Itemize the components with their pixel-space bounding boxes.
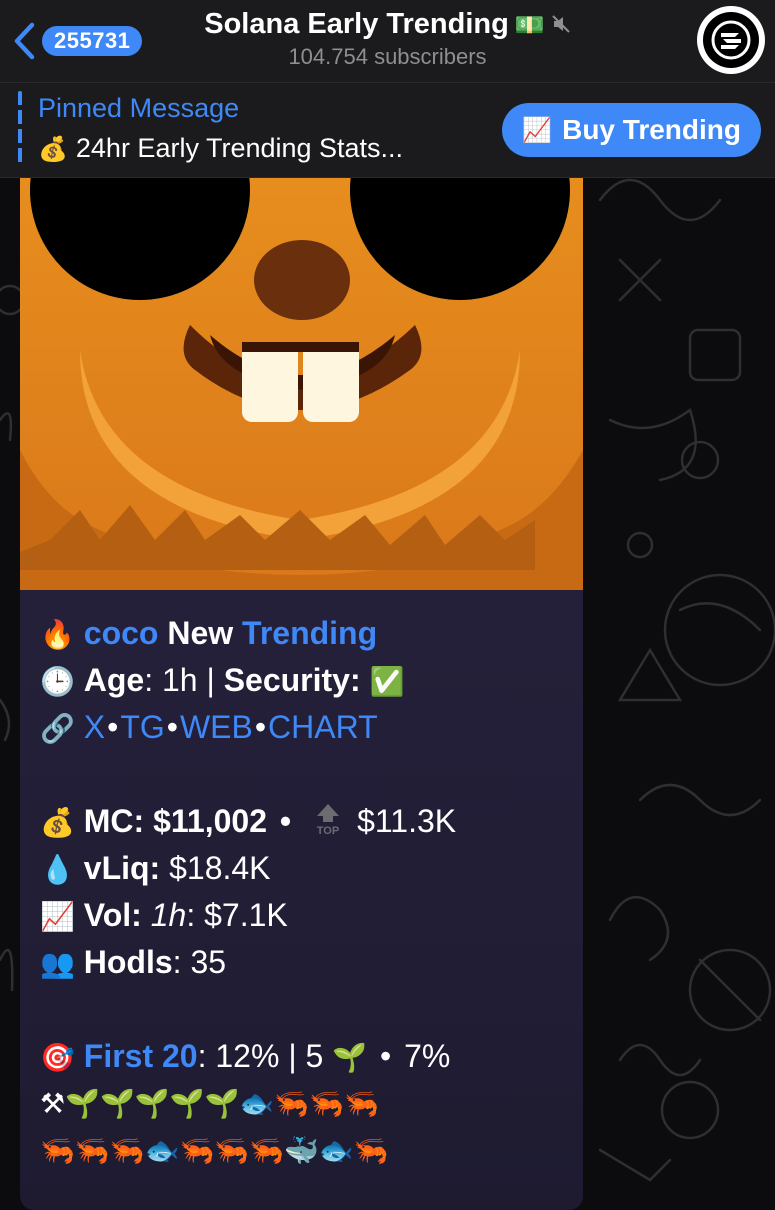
money-emoji: 💵 bbox=[514, 12, 545, 39]
security-label: Security: bbox=[223, 662, 361, 698]
market-cap: MC: $11,002 bbox=[83, 803, 267, 839]
token-image[interactable] bbox=[20, 150, 583, 590]
unread-count-badge: 255731 bbox=[42, 26, 143, 56]
mute-icon bbox=[551, 9, 571, 42]
pinned-indicator bbox=[18, 91, 22, 167]
channel-title: Solana Early Trending 💵 bbox=[150, 8, 625, 42]
separator: • bbox=[166, 709, 178, 745]
clock-emoji: 🕒 bbox=[40, 665, 75, 698]
buy-trending-label: Buy Trending bbox=[562, 114, 741, 145]
tg-link[interactable]: TG bbox=[120, 709, 164, 745]
channel-avatar[interactable] bbox=[697, 6, 765, 74]
buy-trending-button[interactable]: 📈 Buy Trending bbox=[502, 103, 761, 157]
pinned-text-content: 24hr Early Trending Stats... bbox=[75, 133, 404, 163]
chart-emoji: 📈 bbox=[40, 900, 75, 933]
chart-link[interactable]: CHART bbox=[268, 709, 378, 745]
volume-line: 📈 Vol: 1h: $7.1K bbox=[40, 892, 580, 939]
first20-link[interactable]: First 20 bbox=[84, 1038, 198, 1074]
holders-emoji-row: 🦐🦐🦐🐟🦐🦐🦐🐳🐟🦐 bbox=[40, 1134, 389, 1167]
subscriber-count: 104.754 subscribers bbox=[288, 43, 487, 69]
age-line: 🕒 Age: 1h | Security: ✅ bbox=[40, 657, 580, 704]
age-label: Age bbox=[83, 662, 145, 698]
target-emoji: 🎯 bbox=[40, 1041, 75, 1074]
holders-label: Hodls bbox=[83, 944, 173, 980]
pinned-message-bar[interactable]: Pinned Message 💰 24hr Early Trending Stat… bbox=[0, 83, 775, 178]
top-value: $11.3K bbox=[357, 803, 457, 839]
people-emoji: 👥 bbox=[40, 947, 75, 980]
liquidity-label: vLiq: bbox=[83, 850, 161, 886]
trending-link[interactable]: Trending bbox=[242, 615, 377, 651]
chat-header: 255731 Solana Early Trending 💵 104.754 su… bbox=[0, 0, 775, 83]
svg-text:TOP: TOP bbox=[317, 825, 339, 836]
channel-avatar-icon bbox=[703, 12, 759, 68]
channel-title-text: Solana Early Trending bbox=[204, 8, 509, 40]
pinned-text: 💰 24hr Early Trending Stats... bbox=[38, 133, 403, 164]
link-emoji: 🔗 bbox=[40, 712, 75, 745]
money-bag-emoji: 💰 bbox=[40, 806, 75, 839]
sprout-emoji: 🌱 bbox=[332, 1041, 368, 1074]
first20-value: : 12% | 5 bbox=[197, 1038, 324, 1074]
holders-emoji-row: ⚒🌱🌱🌱🌱🌱🐟🦐🦐🦐 bbox=[40, 1087, 379, 1120]
volume-label: Vol: bbox=[83, 897, 142, 933]
liquidity-value: $18.4K bbox=[169, 850, 271, 886]
message-text: 🔥 coco New Trending 🕒 Age: 1h | Security… bbox=[40, 610, 580, 1174]
links-line: 🔗 X•TG•WEB•CHART bbox=[40, 704, 580, 751]
market-cap-line: 💰 MC: $11,002 • TOP $11.3K bbox=[40, 798, 580, 845]
age-value: : 1h | bbox=[144, 662, 224, 698]
back-button[interactable]: 255731 bbox=[12, 20, 143, 62]
trending-line: 🔥 coco New Trending bbox=[40, 610, 580, 657]
separator: • bbox=[254, 709, 267, 745]
holders-value: : 35 bbox=[172, 944, 227, 980]
volume-value: : $7.1K bbox=[186, 897, 288, 933]
channel-info[interactable]: Solana Early Trending 💵 104.754 subscribe… bbox=[150, 8, 625, 70]
liquidity-line: 💧 vLiq: $18.4K bbox=[40, 845, 580, 892]
message-bubble: 🔥 coco New Trending 🕒 Age: 1h | Security… bbox=[20, 150, 583, 1210]
money-bag-emoji: 💰 bbox=[38, 135, 68, 163]
first20-line: 🎯 First 20: 12% | 5 🌱 • 7% bbox=[40, 1033, 580, 1080]
chart-emoji: 📈 bbox=[522, 116, 553, 144]
top-arrow-icon: TOP bbox=[311, 802, 345, 836]
x-link[interactable]: X bbox=[84, 709, 105, 745]
separator: • bbox=[107, 709, 119, 745]
fire-emoji: 🔥 bbox=[40, 618, 75, 651]
volume-period: 1h bbox=[150, 897, 187, 933]
pinned-label: Pinned Message bbox=[38, 93, 240, 123]
separator: • bbox=[379, 1038, 392, 1074]
droplet-emoji: 💧 bbox=[40, 853, 75, 886]
chevron-left-icon bbox=[12, 22, 36, 60]
separator: • bbox=[279, 803, 292, 839]
check-emoji: ✅ bbox=[369, 665, 405, 698]
new-label: New bbox=[167, 615, 234, 651]
token-link[interactable]: coco bbox=[84, 615, 159, 651]
web-link[interactable]: WEB bbox=[180, 709, 253, 745]
first20-percent: 7% bbox=[404, 1038, 451, 1074]
holders-line: 👥 Hodls: 35 bbox=[40, 939, 580, 986]
